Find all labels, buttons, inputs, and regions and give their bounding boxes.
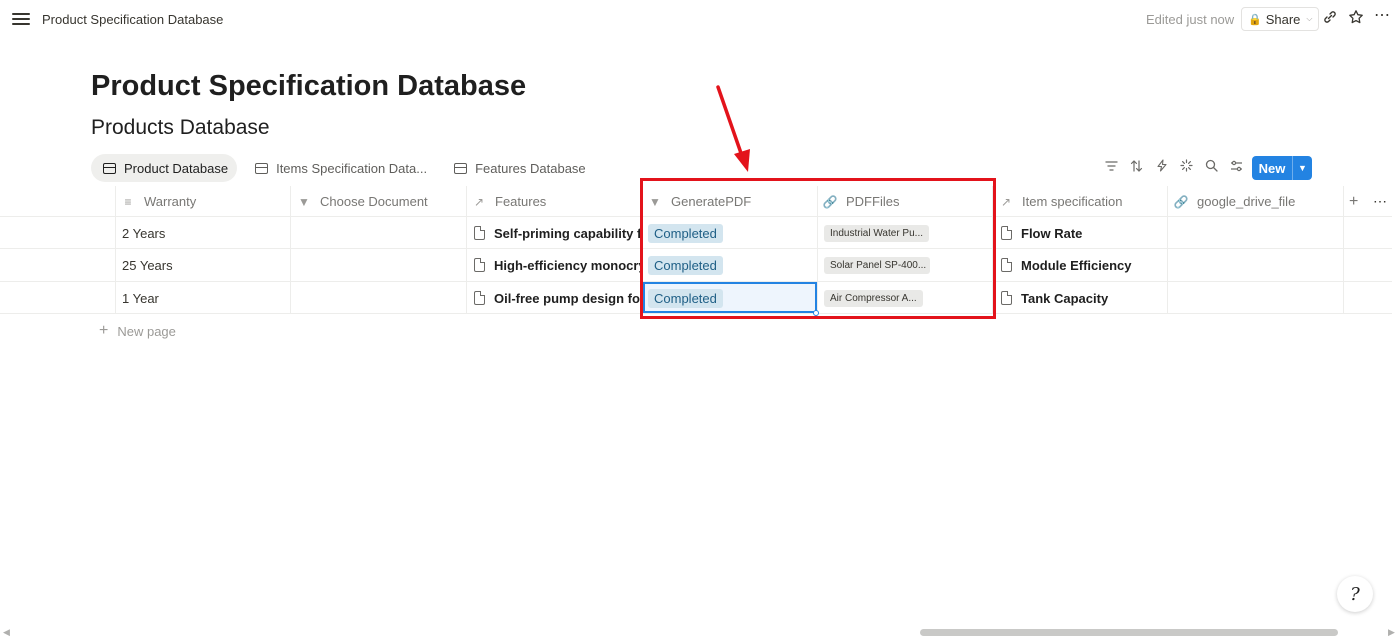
page-icon: [474, 226, 485, 240]
database-title: Products Database: [91, 116, 270, 139]
add-column-icon[interactable]: +: [1349, 186, 1358, 217]
link-icon: 🔗: [1173, 194, 1189, 209]
view-toolbar: [1102, 158, 1246, 178]
features-link[interactable]: High-efficiency monocryst: [494, 258, 640, 273]
features-cell[interactable]: Oil-free pump design for c: [474, 282, 640, 314]
scroll-right-icon[interactable]: ▶: [1388, 627, 1395, 638]
star-icon[interactable]: [1346, 9, 1366, 30]
warranty-cell[interactable]: 1 Year: [122, 282, 282, 314]
column-header-choose-document[interactable]: ▼ Choose Document: [296, 186, 428, 217]
scrollbar-thumb[interactable]: [920, 629, 1338, 636]
choose-document-cell[interactable]: [296, 282, 462, 314]
choose-document-cell[interactable]: [296, 217, 462, 249]
tab-items-specification[interactable]: Items Specification Data...: [243, 154, 436, 182]
column-header-warranty[interactable]: ≡ Warranty: [120, 186, 196, 217]
new-label: New: [1258, 160, 1286, 176]
edited-status: Edited just now: [1146, 12, 1235, 27]
features-link[interactable]: Self-priming capability for: [494, 226, 640, 241]
more-icon[interactable]: ⋯: [1373, 186, 1387, 217]
customize-icon[interactable]: [1177, 158, 1196, 178]
table-icon: [454, 162, 468, 174]
more-icon[interactable]: ⋯: [1372, 5, 1392, 25]
item-specification-link[interactable]: Module Efficiency: [1021, 258, 1132, 273]
item-specification-link[interactable]: Tank Capacity: [1021, 291, 1108, 306]
automation-icon[interactable]: [1152, 158, 1171, 178]
google-drive-file-cell[interactable]: [1173, 249, 1339, 281]
chevron-down-icon: ⌵: [1306, 14, 1313, 23]
scroll-left-icon[interactable]: ◀: [3, 627, 10, 638]
new-page-label: New page: [117, 323, 176, 339]
chevron-down-icon[interactable]: ▼: [1292, 156, 1312, 180]
annotation-highlight-box: [640, 178, 996, 319]
help-icon: ?: [1350, 583, 1360, 605]
column-divider: [115, 186, 116, 314]
column-label: google_drive_file: [1197, 194, 1296, 209]
features-cell[interactable]: Self-priming capability for: [474, 217, 640, 249]
sort-icon[interactable]: [1127, 158, 1146, 178]
link-icon[interactable]: [1320, 9, 1340, 30]
column-divider: [1167, 186, 1168, 314]
choose-document-cell[interactable]: [296, 249, 462, 281]
page-icon: [1001, 291, 1012, 305]
top-bar: Product Specification Database Edited ju…: [0, 0, 1400, 40]
column-header-google-drive-file[interactable]: 🔗 google_drive_file: [1173, 186, 1296, 217]
tab-features-database[interactable]: Features Database: [442, 154, 595, 182]
item-specification-cell[interactable]: Tank Capacity: [1001, 282, 1165, 314]
column-divider: [1343, 186, 1344, 314]
item-specification-cell[interactable]: Module Efficiency: [1001, 249, 1165, 281]
warranty-cell[interactable]: 25 Years: [122, 249, 282, 281]
relation-icon: ↗: [473, 194, 485, 209]
column-label: Item specification: [1022, 194, 1123, 209]
features-cell[interactable]: High-efficiency monocryst: [474, 249, 640, 281]
filter-icon[interactable]: [1102, 158, 1121, 178]
column-divider: [466, 186, 467, 314]
view-tabs: Product Database Items Specification Dat…: [91, 154, 601, 182]
share-label: Share: [1265, 11, 1301, 27]
page-title: Product Specification Database: [91, 70, 527, 102]
lock-icon: 🔒: [1248, 13, 1262, 26]
warranty-cell[interactable]: 2 Years: [122, 217, 282, 249]
settings-icon[interactable]: [1227, 158, 1246, 178]
help-button[interactable]: ?: [1337, 576, 1373, 612]
google-drive-file-cell[interactable]: [1173, 282, 1339, 314]
breadcrumb[interactable]: Product Specification Database: [42, 12, 223, 27]
item-specification-link[interactable]: Flow Rate: [1021, 226, 1082, 241]
table-icon: [255, 162, 269, 174]
tab-label: Product Database: [124, 160, 229, 176]
share-button[interactable]: 🔒 Share ⌵: [1241, 7, 1320, 31]
new-button[interactable]: New ▼: [1252, 156, 1312, 180]
features-link[interactable]: Oil-free pump design for c: [494, 291, 640, 306]
relation-icon: ↗: [1000, 194, 1012, 209]
search-icon[interactable]: [1202, 158, 1221, 178]
column-label: Warranty: [144, 194, 197, 209]
tab-product-database[interactable]: Product Database: [91, 154, 238, 182]
column-divider: [290, 186, 291, 314]
menu-icon[interactable]: [12, 11, 30, 27]
text-icon: ≡: [124, 194, 132, 209]
new-page-button[interactable]: + New page: [99, 322, 176, 340]
item-specification-cell[interactable]: Flow Rate: [1001, 217, 1165, 249]
plus-icon: +: [99, 322, 109, 339]
page-icon: [474, 258, 485, 272]
column-header-item-specification[interactable]: ↗ Item specification: [998, 186, 1122, 217]
google-drive-file-cell[interactable]: [1173, 217, 1339, 249]
table-icon: [103, 162, 116, 174]
tab-label: Features Database: [475, 160, 586, 176]
tab-label: Items Specification Data...: [276, 160, 428, 176]
select-icon: ▼: [298, 194, 310, 209]
annotation-arrow: [716, 85, 750, 172]
column-label: Choose Document: [320, 194, 428, 209]
page-icon: [1001, 226, 1012, 240]
page-icon: [1001, 258, 1012, 272]
column-header-features[interactable]: ↗ Features: [471, 186, 546, 217]
column-label: Features: [495, 194, 547, 209]
page-icon: [474, 291, 485, 305]
